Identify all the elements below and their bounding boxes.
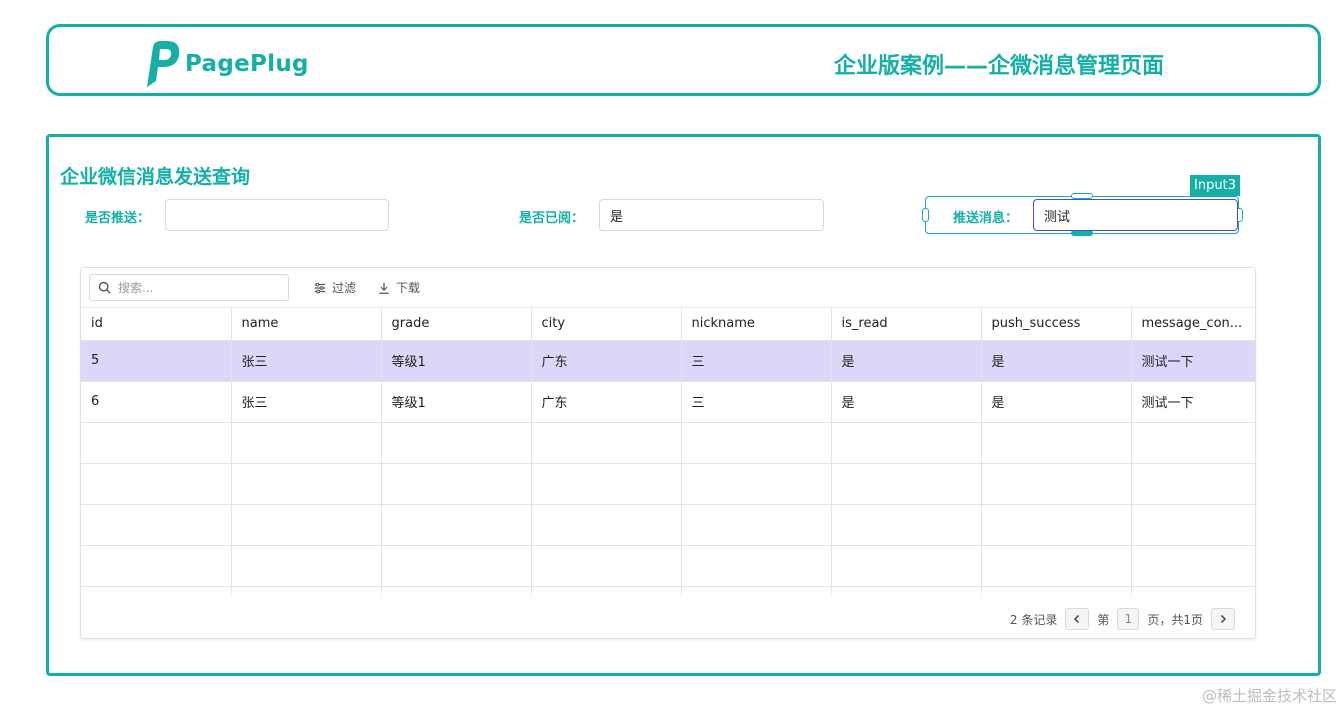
column-header[interactable]: message_con... [1131, 308, 1255, 341]
column-header[interactable]: nickname [681, 308, 832, 341]
column-header[interactable]: push_success [981, 308, 1132, 341]
prev-page-button[interactable] [1065, 608, 1090, 630]
table-toolbar: 过滤 下载 [81, 268, 1255, 308]
download-icon [379, 282, 389, 294]
table-row[interactable]: 5 张三 等级1 广东 三 是 是 测试一下 [81, 340, 1255, 382]
filter-button[interactable]: 过滤 [313, 279, 356, 296]
empty-table-row [81, 463, 1255, 505]
watermark: @稀土掘金技术社区 [1201, 687, 1337, 705]
table-grid: id name grade city nickname is_read push… [81, 308, 1255, 628]
column-header[interactable]: id [81, 308, 232, 341]
filter-icon [314, 282, 326, 293]
table-cell[interactable]: 5 [81, 340, 232, 382]
next-page-button[interactable] [1211, 608, 1235, 630]
table-cell[interactable]: 三 [681, 381, 832, 423]
download-label: 下载 [396, 281, 421, 295]
page-suffix: 页，共1页 [1147, 612, 1203, 627]
widget-name-tag[interactable]: Input3 [1190, 175, 1240, 196]
page-prefix: 第 [1097, 612, 1110, 627]
is-read-input[interactable] [599, 199, 824, 231]
records-count: 2 条记录 [1009, 612, 1058, 627]
table-cell[interactable]: 等级1 [381, 340, 532, 382]
table-cell[interactable]: 测试一下 [1131, 381, 1255, 423]
resize-handle-left[interactable] [922, 208, 929, 222]
table-cell[interactable]: 张三 [231, 381, 382, 423]
empty-table-row [81, 504, 1255, 546]
table-header-row: id name grade city nickname is_read push… [81, 308, 1255, 341]
chevron-left-icon [1074, 614, 1080, 624]
table-cell[interactable]: 广东 [531, 340, 682, 382]
logo-text: PagePlug [185, 51, 309, 77]
table-search-input[interactable] [118, 280, 278, 295]
table-cell[interactable]: 测试一下 [1131, 340, 1255, 382]
table-cell[interactable]: 是 [831, 381, 982, 423]
download-button[interactable]: 下载 [377, 279, 420, 296]
column-header[interactable]: city [531, 308, 682, 341]
table-cell[interactable]: 是 [831, 340, 982, 382]
table-scroll-fade [81, 590, 1255, 600]
column-header[interactable]: name [231, 308, 382, 341]
table-cell[interactable]: 是 [981, 340, 1132, 382]
column-header[interactable]: is_read [831, 308, 982, 341]
column-header[interactable]: grade [381, 308, 532, 341]
table-pagination: 2 条记录 第 1 页，共1页 [81, 600, 1255, 638]
is-pushed-label: 是否推送： [85, 211, 151, 226]
page-title: 企业版案例——企微消息管理页面 [834, 54, 1165, 79]
chevron-right-icon [1220, 614, 1227, 624]
table-cell[interactable]: 三 [681, 340, 832, 382]
table-cell[interactable]: 6 [81, 381, 232, 423]
table-cell[interactable]: 是 [981, 381, 1132, 423]
table-cell[interactable]: 张三 [231, 340, 382, 382]
filter-label: 过滤 [332, 281, 357, 295]
pageplug-logo: PagePlug [139, 37, 309, 91]
table-row[interactable]: 6 张三 等级1 广东 三 是 是 测试一下 [81, 381, 1255, 423]
is-pushed-input[interactable] [165, 199, 389, 231]
empty-table-row [81, 545, 1255, 587]
table-search-box[interactable] [89, 274, 289, 301]
pageplug-logo-icon [147, 41, 180, 87]
page-number-input[interactable]: 1 [1117, 608, 1140, 630]
table-cell[interactable]: 广东 [531, 381, 682, 423]
table-cell[interactable]: 等级1 [381, 381, 532, 423]
main-container: 企业微信消息发送查询 是否推送： 是否已阅： Input3 推送消息： 过滤 下… [46, 134, 1321, 676]
section-title: 企业微信消息发送查询 [60, 166, 251, 188]
push-message-label: 推送消息： [953, 211, 1019, 226]
data-table: 过滤 下载 id name grade city nickname is_rea… [80, 267, 1256, 639]
is-read-label: 是否已阅： [519, 211, 585, 226]
empty-table-row [81, 422, 1255, 464]
header-banner: PagePlug 企业版案例——企微消息管理页面 [46, 24, 1321, 96]
push-message-input[interactable] [1033, 199, 1238, 231]
search-icon [98, 281, 111, 294]
